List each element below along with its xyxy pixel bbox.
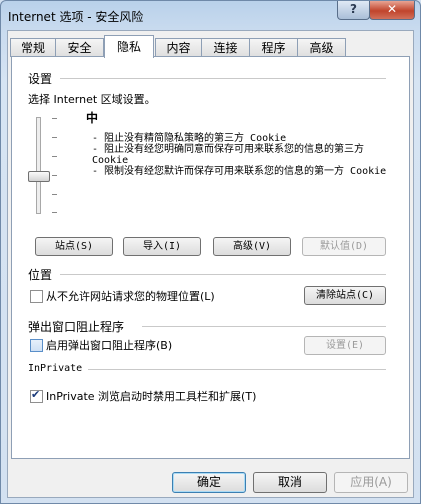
settings-divider [60,78,386,79]
slider-tick [52,212,57,213]
help-button[interactable]: ? [337,1,370,20]
title-bar[interactable]: Internet 选项 - 安全风险 ? ✕ [0,0,421,30]
sites-button[interactable]: 站点(S) [35,237,113,256]
window-title: Internet 选项 - 安全风险 [8,10,144,24]
tab-security[interactable]: 安全 [55,38,104,57]
slider-thumb[interactable] [28,171,50,182]
inprivate-divider [88,369,386,370]
popup-checkbox[interactable] [30,339,43,352]
default-button[interactable]: 默认值(D) [302,237,386,256]
dialog-client: 常规 安全 隐私 内容 连接 程序 高级 设置 选择 Internet 区域设置… [7,30,414,498]
inprivate-heading: InPrivate [28,363,83,374]
import-button[interactable]: 导入(I) [123,237,201,256]
tab-privacy[interactable]: 隐私 [104,35,154,58]
clear-sites-button[interactable]: 清除站点(C) [304,286,386,305]
slider-tick [52,137,57,138]
tab-connections[interactable]: 连接 [201,38,250,57]
cancel-button[interactable]: 取消 [253,472,327,493]
description-bullet: - 阻止没有精简隐私策略的第三方 Cookie [92,133,287,144]
tab-general[interactable]: 常规 [10,38,56,57]
slider-track [36,117,41,214]
description-bullet: - 限制没有经您默许而保存可用来联系您的信息的第一方 Cookie [92,166,387,177]
location-divider [60,274,386,275]
inprivate-checkbox-label[interactable]: InPrivate 浏览启动时禁用工具栏和扩展(T) [46,388,256,404]
apply-button[interactable]: 应用(A) [334,472,408,493]
slider-tick [52,118,57,119]
description-bullet: - 阻止没有经您明确同意而保存可用来联系您的信息的第三方 Cookie [92,144,365,166]
tab-content[interactable]: 内容 [155,38,202,57]
advanced-button[interactable]: 高级(V) [213,237,291,256]
tab-advanced[interactable]: 高级 [297,38,346,57]
popup-heading: 弹出窗口阻止程序 [28,320,125,334]
settings-heading: 设置 [28,72,53,86]
popup-divider [142,326,386,327]
location-checkbox[interactable] [30,290,43,303]
popup-checkbox-label[interactable]: 启用弹出窗口阻止程序(B) [46,337,172,353]
privacy-level-description: - 阻止没有精简隐私策略的第三方 Cookie - 阻止没有经您明确同意而保存可… [92,133,387,177]
ok-button[interactable]: 确定 [172,472,246,493]
slider-tick [52,156,57,157]
location-checkbox-label[interactable]: 从不允许网站请求您的物理位置(L) [46,288,215,304]
slider-tick [52,194,57,195]
privacy-level-name: 中 [86,111,99,125]
privacy-level-slider[interactable] [26,111,66,241]
slider-tick [52,175,57,176]
tab-programs[interactable]: 程序 [249,38,298,57]
zone-prompt: 选择 Internet 区域设置。 [28,93,156,106]
privacy-panel: 设置 选择 Internet 区域设置。 中 - 阻止没有精简隐私策略的第三方 … [11,56,410,459]
popup-settings-button[interactable]: 设置(E) [304,336,386,355]
close-button[interactable]: ✕ [369,1,415,20]
checkmark-icon: ✔ [31,388,41,401]
inprivate-checkbox[interactable]: ✔ [30,388,43,403]
location-heading: 位置 [28,268,53,282]
